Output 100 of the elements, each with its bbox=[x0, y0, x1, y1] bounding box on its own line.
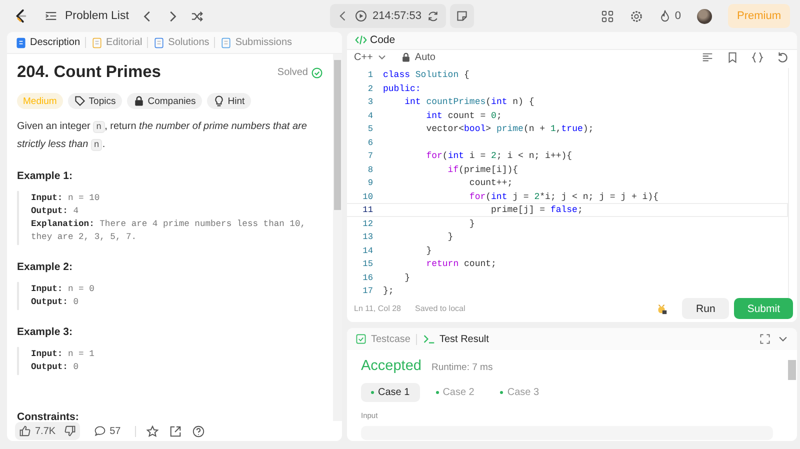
line-number: 6 bbox=[366, 138, 373, 148]
solved-status: Solved bbox=[277, 67, 308, 78]
panel-title: Code bbox=[370, 34, 396, 46]
tag-chip[interactable]: Topics bbox=[68, 93, 122, 109]
code-line: public: bbox=[383, 84, 421, 94]
flame-icon[interactable] bbox=[658, 10, 671, 22]
example-line: Input: n = 0 bbox=[31, 283, 96, 296]
check-circle-icon bbox=[311, 66, 323, 78]
timer-control[interactable]: 214:57:53 bbox=[330, 4, 446, 28]
panel-tab[interactable]: Description bbox=[15, 36, 80, 48]
auto-mode-button[interactable]: Auto bbox=[400, 51, 436, 64]
lock-icon bbox=[132, 95, 145, 107]
speech-bubble-icon bbox=[94, 425, 106, 437]
line-number: 4 bbox=[366, 110, 373, 121]
settings-icon[interactable] bbox=[630, 10, 643, 22]
code-line: for(int i = 2; i < n; i++){ bbox=[425, 151, 572, 162]
example-line: Input: n = 1 bbox=[31, 348, 96, 361]
line-number: 11 bbox=[362, 205, 373, 216]
line-number: 15 bbox=[362, 259, 373, 270]
code-line: vector<bool> prime(n + 1,true); bbox=[425, 124, 594, 134]
example-line: Output: 0 bbox=[31, 296, 80, 309]
code-icon bbox=[355, 34, 367, 46]
thumbs-down-icon bbox=[64, 425, 76, 437]
line-number: 9 bbox=[366, 178, 373, 188]
code-line: class Solution { bbox=[383, 70, 470, 80]
format-icon[interactable] bbox=[701, 50, 714, 64]
code-line: return count; bbox=[425, 259, 496, 270]
runtime: Runtime: 7 ms bbox=[431, 362, 493, 373]
list-icon bbox=[45, 10, 57, 22]
code-line: int countPrimes(int n) { bbox=[404, 97, 534, 108]
thumbs-up-icon bbox=[19, 425, 31, 437]
braces-icon[interactable] bbox=[751, 50, 764, 64]
tag-icon bbox=[74, 95, 86, 107]
panel-tab[interactable]: Test Result bbox=[423, 333, 489, 345]
run-button[interactable]: Run bbox=[682, 298, 730, 320]
refresh-icon[interactable] bbox=[427, 10, 440, 22]
shuffle-icon[interactable] bbox=[190, 10, 204, 22]
avatar[interactable] bbox=[696, 8, 712, 24]
reset-icon[interactable] bbox=[776, 50, 789, 64]
code-line: int count = 0; bbox=[425, 110, 502, 121]
example-heading: Example 1: bbox=[17, 170, 74, 182]
example-line: Input: n = 10 bbox=[31, 192, 101, 205]
comments-button[interactable]: 57 bbox=[90, 422, 125, 440]
tag-chip[interactable]: Hint bbox=[206, 93, 251, 109]
help-icon[interactable] bbox=[192, 424, 205, 438]
grid-icon[interactable] bbox=[600, 10, 614, 22]
line-number: 2 bbox=[366, 84, 373, 94]
timer-text: 214:57:53 bbox=[372, 10, 422, 22]
document-icon bbox=[220, 36, 232, 48]
share-icon[interactable] bbox=[168, 424, 182, 438]
star-icon[interactable] bbox=[146, 424, 159, 438]
logo-icon[interactable] bbox=[14, 8, 27, 24]
code-line: } bbox=[446, 232, 454, 242]
example-heading: Example 3: bbox=[17, 326, 74, 338]
line-number: 14 bbox=[362, 246, 373, 256]
note-icon bbox=[456, 10, 468, 22]
problem-statement: Given an integer n , return the number of prime numbers that are strictly less than n . bbox=[17, 120, 308, 153]
language-dropdown[interactable]: C++ bbox=[354, 51, 388, 64]
code-line: } bbox=[468, 218, 475, 229]
checkbox-icon bbox=[355, 333, 367, 345]
lightbulb-icon bbox=[212, 95, 225, 107]
cursor-position: Ln 11, Col 28 bbox=[354, 304, 401, 314]
document-icon bbox=[153, 36, 166, 48]
lock-icon bbox=[400, 51, 412, 64]
notes-button[interactable] bbox=[450, 4, 474, 28]
example-heading: Example 2: bbox=[17, 261, 74, 273]
expand-icon[interactable] bbox=[759, 333, 771, 345]
line-number: 3 bbox=[366, 97, 373, 108]
line-number: 17 bbox=[362, 286, 373, 296]
code-line: } bbox=[425, 246, 432, 256]
tag-chip[interactable]: Companies bbox=[126, 93, 202, 109]
example-line: Output: 0 bbox=[31, 361, 80, 374]
line-number: 16 bbox=[362, 272, 373, 283]
code-line: } bbox=[404, 272, 410, 283]
constraints-heading: Constraints: bbox=[17, 411, 80, 421]
case-tab[interactable]: Case 1 bbox=[361, 383, 420, 402]
code-line: prime[j] = false; bbox=[490, 205, 583, 216]
code-line: count++; bbox=[468, 178, 513, 188]
verdict: Accepted bbox=[361, 358, 422, 374]
scrollbar[interactable] bbox=[333, 54, 342, 421]
example-line: Output: 4 bbox=[31, 205, 80, 218]
problem-list-button[interactable]: Problem List bbox=[45, 10, 129, 22]
streak-count: 0 bbox=[674, 10, 681, 22]
play-icon[interactable] bbox=[354, 10, 367, 22]
line-number: 8 bbox=[366, 164, 373, 175]
code-line: }; bbox=[383, 286, 394, 296]
document-icon bbox=[15, 36, 27, 48]
document-icon bbox=[91, 36, 104, 48]
line-number: 7 bbox=[366, 151, 373, 162]
code-line: for(int j = 2*i; j < n; j = j + i){ bbox=[468, 192, 658, 202]
line-number: 10 bbox=[362, 192, 373, 202]
terminal-icon bbox=[423, 333, 436, 345]
code-line: if(prime[i]){ bbox=[446, 164, 518, 175]
example-line: Explanation: There are 4 prime numbers less than 10, they are 2, 3, 5, 7. bbox=[31, 218, 307, 244]
line-number: 13 bbox=[362, 232, 373, 242]
line-number: 5 bbox=[366, 124, 373, 134]
save-status: Saved to local bbox=[415, 304, 466, 314]
problem-title: 204. Count Primes bbox=[17, 63, 162, 82]
bookmark-icon[interactable] bbox=[726, 50, 739, 64]
line-number: 12 bbox=[362, 218, 373, 229]
